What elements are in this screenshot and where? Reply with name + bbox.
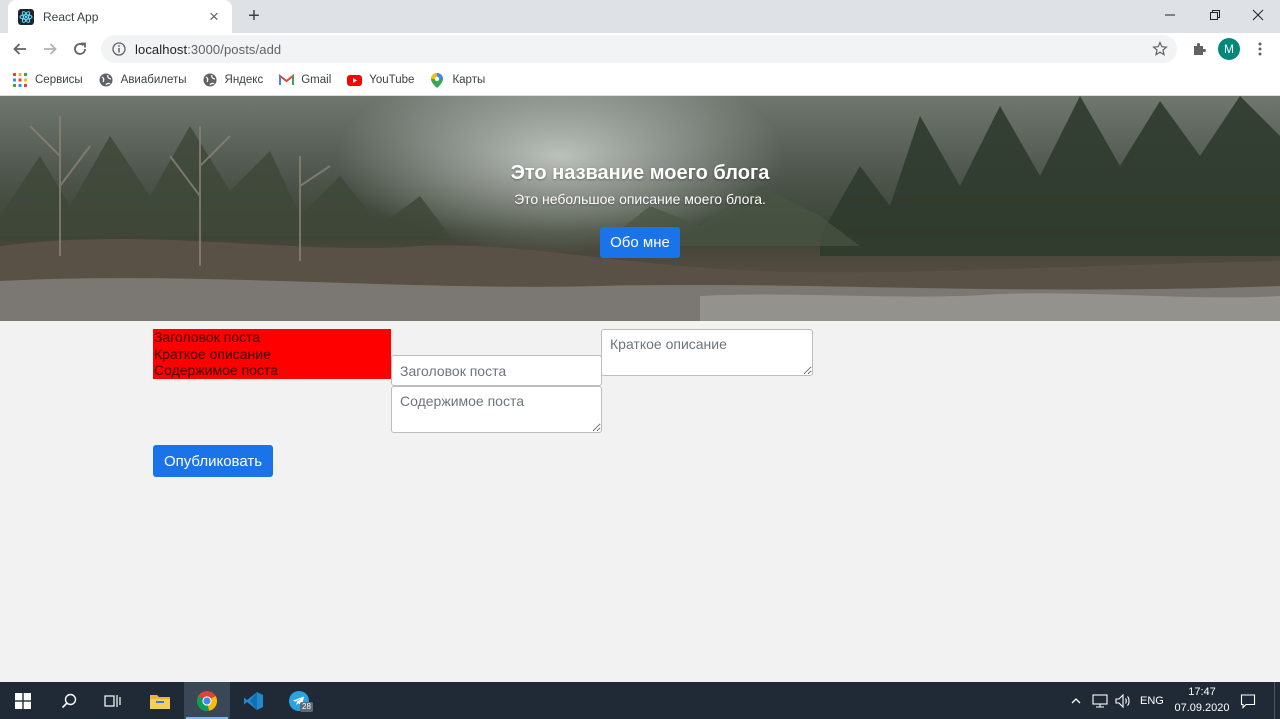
globe-icon	[98, 72, 114, 88]
bookmark-gmail[interactable]: Gmail	[278, 68, 331, 92]
gmail-icon	[278, 72, 294, 88]
show-desktop-button[interactable]	[1274, 682, 1280, 719]
vscode-icon[interactable]	[230, 682, 276, 719]
blog-title: Это название моего блога	[510, 162, 770, 184]
blog-subtitle: Это небольшое описание моего блога.	[514, 191, 766, 207]
volume-icon[interactable]	[1115, 682, 1131, 719]
label-post-summary: Краткое описание	[154, 345, 271, 362]
about-me-button[interactable]: Обо мне	[600, 227, 680, 258]
publish-button[interactable]: Опубликовать	[153, 445, 273, 477]
site-info-icon[interactable]	[111, 41, 127, 57]
forward-icon[interactable]	[38, 37, 62, 61]
tab-close-icon[interactable]: ×	[206, 8, 222, 25]
youtube-icon	[346, 72, 362, 88]
bookmark-label: Карты	[452, 74, 486, 86]
windows-start-icon[interactable]	[0, 682, 46, 719]
react-icon	[18, 8, 34, 25]
task-view-icon[interactable]	[90, 682, 136, 719]
url-text: localhost:3000/posts/add	[135, 42, 281, 57]
tray-overflow-chevron-icon[interactable]	[1070, 682, 1082, 719]
forest-background-image	[0, 96, 1280, 321]
form-labels-box: Заголовок поста Краткое описание Содержи…	[153, 329, 391, 379]
post-title-input[interactable]	[391, 355, 602, 386]
minimize-icon[interactable]	[1148, 0, 1192, 29]
clock-date: 07.09.2020	[1174, 702, 1230, 714]
tab-title: React App	[43, 9, 99, 24]
maps-pin-icon	[429, 72, 445, 88]
hero-banner: Это название моего блога Это небольшое о…	[0, 96, 1280, 321]
search-icon[interactable]	[46, 682, 92, 719]
bookmark-star-icon[interactable]	[1151, 40, 1169, 58]
input-language-indicator[interactable]: ENG	[1140, 682, 1164, 719]
label-post-content: Содержимое поста	[154, 362, 279, 379]
restore-icon[interactable]	[1193, 0, 1237, 29]
bookmark-aviabilety[interactable]: Авиабилеты	[98, 68, 187, 92]
action-center-notification-icon[interactable]	[1240, 682, 1256, 719]
bookmark-yandex[interactable]: Яндекс	[202, 68, 264, 92]
bookmarks-bar: Сервисы Авиабилеты Яндекс Gmail YouTube …	[0, 65, 1280, 96]
new-tab-button[interactable]: +	[243, 5, 265, 27]
close-icon[interactable]	[1236, 0, 1280, 29]
post-content-textarea[interactable]	[391, 386, 602, 433]
url-host: localhost	[135, 41, 188, 57]
menu-kebab-icon[interactable]	[1248, 37, 1272, 61]
browser-toolbar: localhost:3000/posts/add M	[0, 33, 1280, 65]
bookmark-label: Сервисы	[35, 74, 83, 86]
url-path: :3000/posts/add	[187, 41, 282, 57]
bookmark-label: Gmail	[301, 74, 332, 86]
clock-time: 17:47	[1188, 686, 1216, 698]
address-bar[interactable]: localhost:3000/posts/add	[101, 35, 1177, 63]
telegram-icon[interactable]: 28	[276, 682, 322, 719]
bookmark-youtube[interactable]: YouTube	[346, 68, 414, 92]
bookmark-label: Яндекс	[224, 74, 264, 86]
file-explorer-icon[interactable]	[137, 682, 183, 719]
bookmark-label: YouTube	[369, 74, 415, 86]
browser-tab-strip: React App × +	[0, 0, 1280, 33]
globe-icon	[202, 72, 218, 88]
bookmark-services[interactable]: Сервисы	[12, 68, 83, 92]
network-icon[interactable]	[1092, 682, 1108, 719]
bookmark-label: Авиабилеты	[120, 74, 187, 86]
post-summary-textarea[interactable]	[601, 329, 813, 376]
telegram-unread-badge: 28	[300, 702, 313, 712]
chrome-icon[interactable]	[184, 682, 230, 719]
reload-icon[interactable]	[68, 37, 92, 61]
system-clock[interactable]: 17:47 07.09.2020	[1168, 684, 1236, 716]
windows-taskbar: 28 ENG 17:47 07.09.2020	[0, 682, 1280, 719]
label-post-title: Заголовок поста	[154, 329, 261, 345]
profile-avatar[interactable]: M	[1218, 38, 1240, 60]
tab-react-app[interactable]: React App ×	[8, 0, 232, 33]
extensions-puzzle-icon[interactable]	[1187, 37, 1211, 61]
back-icon[interactable]	[8, 37, 32, 61]
bookmark-maps[interactable]: Карты	[429, 68, 485, 92]
apps-grid-icon	[12, 72, 28, 88]
